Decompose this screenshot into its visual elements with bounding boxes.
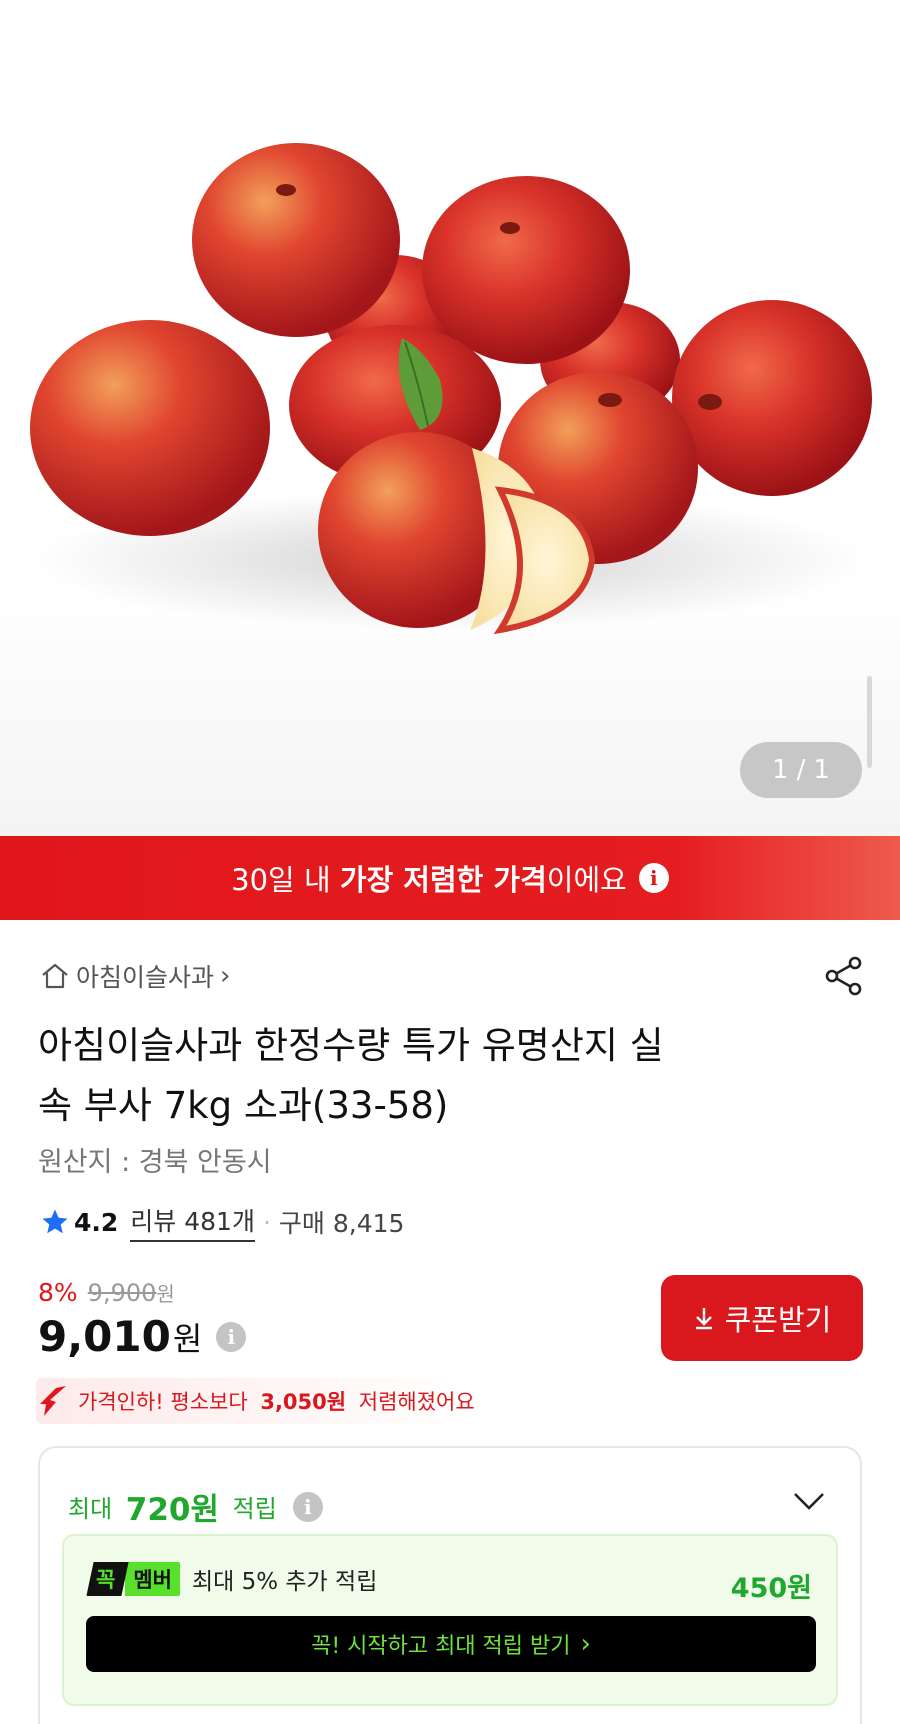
chevron-right-icon: › xyxy=(580,1629,591,1659)
review-link[interactable]: 리뷰 481개 xyxy=(130,1202,255,1242)
member-benefit-box: 꼭 멤버 최대 5% 추가 적립 450원 꼭! 시작하고 최대 적립 받기 › xyxy=(62,1534,838,1706)
chevron-down-icon[interactable] xyxy=(792,1490,826,1512)
banner-highlight: 가장 저렴한 가격 xyxy=(339,863,547,897)
page-total: 1 xyxy=(813,755,830,785)
info-icon[interactable]: i xyxy=(638,863,669,893)
store-link[interactable]: 아침이슬사과 › xyxy=(40,958,230,994)
price-down-arrow-icon xyxy=(40,1386,66,1416)
points-prefix: 최대 xyxy=(68,1495,120,1523)
coupon-label: 쿠폰받기 xyxy=(724,1303,832,1337)
price-drop-prefix: 가격인하! 평소보다 xyxy=(78,1390,255,1414)
original-price-unit: 원 xyxy=(156,1282,175,1306)
product-title-line1: 아침이슬사과 한정수량 특가 유명산지 실 xyxy=(38,1024,664,1067)
banner-prefix: 30일 내 xyxy=(231,863,340,897)
final-price-unit: 원 xyxy=(172,1319,203,1358)
final-price-row: 9,010 원 i xyxy=(38,1312,247,1361)
chevron-right-icon: › xyxy=(220,961,231,991)
download-icon xyxy=(695,1308,712,1330)
rating-row: 4.2 리뷰 481개 · 구매 8,415 xyxy=(40,1202,404,1242)
member-badge-left: 꼭 xyxy=(96,1568,116,1592)
member-badge-right: 멤버 xyxy=(125,1562,180,1596)
product-title-line2: 속 부사 7kg 소과(33-58) xyxy=(38,1084,449,1127)
page-current: 1 xyxy=(772,755,789,785)
price-info-icon[interactable]: i xyxy=(216,1321,247,1352)
member-badge: 꼭 멤버 xyxy=(86,1562,180,1596)
product-photo xyxy=(30,143,872,635)
member-row: 꼭 멤버 최대 5% 추가 적립 xyxy=(86,1562,377,1596)
original-price: 9,900 xyxy=(87,1279,157,1307)
product-origin: 원산지 : 경북 안동시 xyxy=(38,1147,272,1178)
final-price: 9,010 xyxy=(38,1312,171,1361)
points-amount: 720원 xyxy=(125,1492,220,1528)
member-text: 최대 5% 추가 적립 xyxy=(191,1569,378,1595)
member-start-button[interactable]: 꼭! 시작하고 최대 적립 받기 › xyxy=(86,1616,816,1672)
product-title: 아침이슬사과 한정수량 특가 유명산지 실 속 부사 7kg 소과(33-58) xyxy=(38,1016,818,1136)
home-icon xyxy=(42,963,68,989)
image-page-counter: 1 / 1 xyxy=(740,742,862,798)
discount-rate: 8% xyxy=(38,1278,78,1307)
price-drop-amount: 3,050원 xyxy=(260,1390,347,1414)
star-icon xyxy=(42,1209,68,1234)
price-drop-note: 가격인하! 평소보다 3,050원 저렴해졌어요 xyxy=(36,1378,485,1424)
member-start-label: 꼭! 시작하고 최대 적립 받기 xyxy=(311,1634,571,1659)
points-info-icon[interactable]: i xyxy=(292,1491,323,1522)
product-image-area[interactable]: 1 / 1 xyxy=(0,0,900,836)
price-drop-suffix: 저렴해졌어요 xyxy=(352,1390,475,1414)
points-card: 최대 720원 적립 i 꼭 멤버 최대 5% 추가 적립 450원 꼭! 시작… xyxy=(38,1446,862,1724)
store-name: 아침이슬사과 xyxy=(76,963,215,992)
share-icon[interactable] xyxy=(822,954,866,998)
points-header[interactable]: 최대 720원 적립 i xyxy=(68,1484,323,1529)
banner-suffix: 이에요 xyxy=(546,863,627,897)
rating-score: 4.2 xyxy=(74,1207,119,1237)
lowest-price-banner[interactable]: 30일 내 가장 저렴한 가격 이에요 i xyxy=(0,836,900,920)
member-amount: 450원 xyxy=(730,1573,812,1604)
scroll-indicator[interactable] xyxy=(867,676,872,768)
coupon-button[interactable]: 쿠폰받기 xyxy=(661,1275,863,1361)
purchase-count: 구매 8,415 xyxy=(278,1209,405,1238)
points-suffix: 적립 xyxy=(225,1495,277,1523)
separator-dot: · xyxy=(262,1207,271,1237)
discount-row: 8% 9,900 원 xyxy=(38,1278,175,1307)
page-separator: / xyxy=(796,755,806,785)
